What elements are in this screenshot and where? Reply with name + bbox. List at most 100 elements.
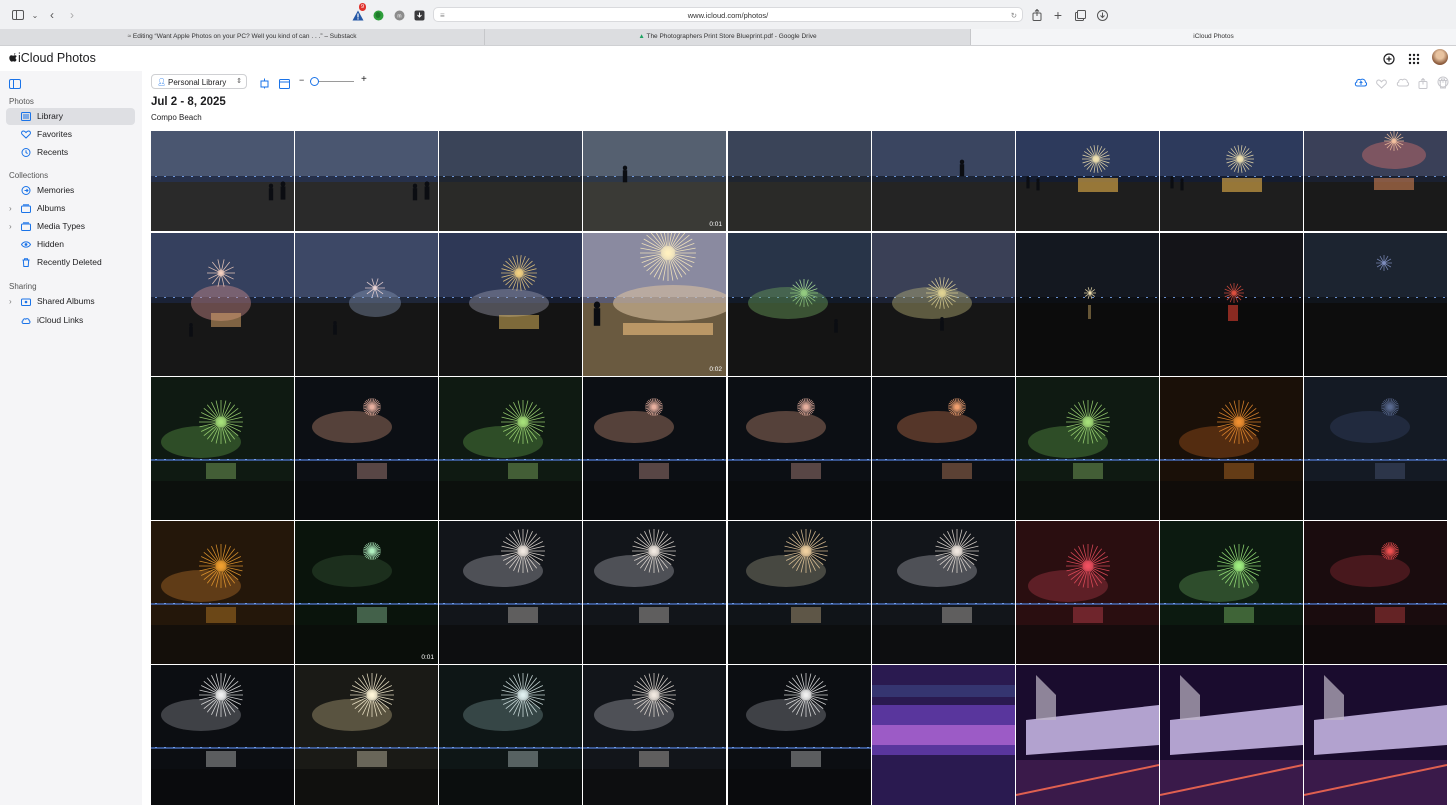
chevron-right-icon[interactable]: ›	[9, 200, 12, 217]
photo-thumbnail[interactable]	[439, 665, 582, 805]
sidebar-toggle-icon[interactable]	[10, 7, 26, 23]
photo-thumbnail[interactable]	[1016, 377, 1159, 520]
photo-thumbnail[interactable]	[151, 377, 294, 520]
sidebar-item-media-types[interactable]: › Media Types	[6, 218, 135, 235]
photo-thumbnail[interactable]	[872, 521, 1015, 664]
favorite-icon[interactable]	[1376, 76, 1387, 94]
sidebar-item-library[interactable]: Library	[6, 108, 135, 125]
photo-image	[439, 377, 582, 520]
photo-thumbnail[interactable]	[872, 377, 1015, 520]
photo-thumbnail[interactable]	[439, 521, 582, 664]
photo-thumbnail[interactable]	[1160, 665, 1303, 805]
photo-thumbnail[interactable]	[1160, 131, 1303, 231]
photo-thumbnail[interactable]	[295, 131, 438, 231]
photo-thumbnail[interactable]	[1304, 131, 1447, 231]
upload-icon[interactable]	[1354, 75, 1368, 93]
photo-thumbnail[interactable]	[728, 665, 871, 805]
photo-thumbnail[interactable]	[151, 665, 294, 805]
sidebar-item-icloud-links[interactable]: iCloud Links	[6, 312, 135, 329]
download-extension-icon[interactable]	[411, 7, 427, 23]
back-icon[interactable]: ‹	[44, 7, 60, 23]
photo-thumbnail[interactable]	[872, 131, 1015, 231]
select-photos-icon[interactable]	[259, 76, 270, 94]
app-title[interactable]: iCloud Photos	[9, 51, 96, 65]
photo-thumbnail[interactable]	[1304, 521, 1447, 664]
sidebar-item-favorites[interactable]: Favorites	[6, 126, 135, 143]
photo-thumbnail[interactable]	[728, 131, 871, 231]
sidebar-item-shared-albums[interactable]: › Shared Albums	[6, 293, 135, 310]
zoom-out-button[interactable]: −	[299, 75, 304, 85]
share-icon[interactable]	[1418, 76, 1428, 94]
share-icon[interactable]	[1029, 7, 1045, 23]
photo-image	[1160, 233, 1303, 376]
photo-thumbnail[interactable]	[1304, 233, 1447, 376]
photo-thumbnail[interactable]	[295, 665, 438, 805]
sidebar-item-recents[interactable]: Recents	[6, 144, 135, 161]
zoom-in-button[interactable]: +	[361, 74, 367, 85]
reload-icon[interactable]: ↻	[1011, 8, 1017, 23]
photos-toolbar: 👤︎ Personal Library ⇕ − +	[142, 71, 1456, 93]
photo-thumbnail[interactable]	[1160, 521, 1303, 664]
sidebar-item-label: Albums	[37, 203, 66, 213]
photo-thumbnail[interactable]	[872, 665, 1015, 805]
photo-thumbnail[interactable]	[1016, 131, 1159, 231]
tab-icloud-photos[interactable]: iCloud Photos	[971, 29, 1456, 45]
photo-thumbnail[interactable]	[439, 131, 582, 231]
evernote-icon[interactable]	[370, 7, 386, 23]
app-grid-icon[interactable]	[1408, 52, 1420, 70]
zoom-slider-knob[interactable]	[310, 77, 320, 86]
photo-thumbnail[interactable]	[439, 377, 582, 520]
video-duration: 0:01	[709, 221, 722, 228]
add-icon[interactable]	[1383, 52, 1395, 70]
photo-thumbnail[interactable]	[151, 233, 294, 376]
notification-badge: 9	[359, 3, 367, 11]
library-selector[interactable]: 👤︎ Personal Library ⇕	[151, 74, 247, 89]
new-tab-icon[interactable]: +	[1050, 7, 1066, 23]
photo-grid: 0:01 0:02 0:01	[151, 131, 1447, 805]
avatar[interactable]	[1432, 49, 1448, 65]
photo-thumbnail[interactable]	[151, 131, 294, 231]
download-icon[interactable]	[1396, 75, 1410, 93]
chevron-right-icon[interactable]: ›	[9, 293, 12, 310]
tab-google-drive[interactable]: ▲ The Photographers Print Store Blueprin…	[485, 29, 971, 45]
photo-thumbnail[interactable]	[1160, 377, 1303, 520]
tab-overview-icon[interactable]	[1072, 7, 1088, 23]
photo-thumbnail[interactable]	[295, 233, 438, 376]
extension-icon[interactable]: m	[391, 7, 407, 23]
forward-icon[interactable]: ›	[64, 7, 80, 23]
photo-thumbnail[interactable]	[872, 233, 1015, 376]
photo-thumbnail[interactable]	[1160, 233, 1303, 376]
photo-thumbnail[interactable]	[1304, 665, 1447, 805]
photo-thumbnail[interactable]	[728, 377, 871, 520]
photo-thumbnail[interactable]	[1016, 665, 1159, 805]
photo-thumbnail[interactable]	[439, 233, 582, 376]
sidebar-toggle-icon[interactable]	[9, 76, 21, 94]
photo-thumbnail[interactable]	[583, 377, 726, 520]
tab-substack[interactable]: ≈ Editing “Want Apple Photos on your PC?…	[0, 29, 485, 45]
calendar-icon[interactable]	[279, 76, 290, 94]
sidebar-item-hidden[interactable]: Hidden	[6, 236, 135, 253]
sidebar-item-recently-deleted[interactable]: Recently Deleted	[6, 254, 135, 271]
downloads-icon[interactable]	[1094, 7, 1110, 23]
address-bar[interactable]: ≡ www.icloud.com/photos/ ↻	[433, 7, 1023, 22]
photo-thumbnail[interactable]	[728, 521, 871, 664]
photo-thumbnail[interactable]	[583, 665, 726, 805]
photo-thumbnail[interactable]	[728, 233, 871, 376]
warning-icon[interactable]: 9	[350, 3, 367, 23]
page-settings-icon[interactable]: ≡	[440, 8, 445, 23]
photo-thumbnail[interactable]	[1016, 521, 1159, 664]
photo-thumbnail[interactable]: 0:01	[583, 131, 726, 231]
sidebar-item-albums[interactable]: › Albums	[6, 200, 135, 217]
photo-thumbnail[interactable]: 0:02	[583, 233, 726, 376]
photo-thumbnail[interactable]	[1304, 377, 1447, 520]
photo-thumbnail[interactable]	[151, 521, 294, 664]
photo-image	[583, 377, 726, 520]
chevron-right-icon[interactable]: ›	[9, 218, 12, 235]
photo-thumbnail[interactable]	[583, 521, 726, 664]
zoom-slider[interactable]	[310, 77, 354, 86]
sidebar-item-memories[interactable]: Memories	[6, 182, 135, 199]
chevron-down-icon[interactable]: ⌄	[27, 7, 43, 23]
photo-thumbnail[interactable]	[1016, 233, 1159, 376]
photo-thumbnail[interactable]	[295, 377, 438, 520]
photo-thumbnail[interactable]: 0:01	[295, 521, 438, 664]
